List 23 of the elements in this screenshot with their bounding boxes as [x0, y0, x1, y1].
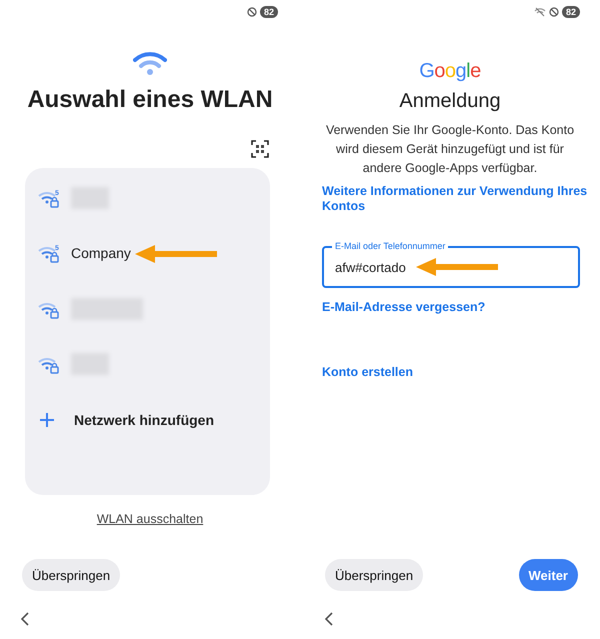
- do-not-disturb-icon: [246, 7, 257, 17]
- wifi-icon: [133, 50, 167, 76]
- back-icon[interactable]: [324, 612, 334, 626]
- wifi-off-icon: [534, 7, 546, 17]
- back-icon[interactable]: [20, 612, 30, 626]
- page-title: Auswahl eines WLAN: [26, 86, 274, 114]
- qr-scan-icon[interactable]: [251, 140, 269, 158]
- google-logo: Google: [418, 60, 482, 83]
- create-account-link[interactable]: Konto erstellen: [300, 365, 600, 380]
- page-title: Anmeldung: [398, 90, 502, 113]
- add-network-item[interactable]: Netzwerk hinzufügen: [74, 412, 214, 428]
- description-text: Verwenden Sie Ihr Google-Konto. Das Konto wird diesem Gerät hinzugefügt und ist für andere Google-Apps verfügbar.: [324, 122, 576, 177]
- skip-button[interactable]: Überspringen: [22, 559, 120, 591]
- battery-level: 82: [260, 6, 278, 18]
- network-name[interactable]: Company: [71, 245, 131, 262]
- plus-icon[interactable]: [40, 412, 54, 427]
- forgot-email-link[interactable]: E-Mail-Adresse vergessen?: [300, 300, 600, 315]
- do-not-disturb-icon: [548, 7, 559, 17]
- info-link[interactable]: Weitere Informationen zur Verwendung Ihres Kontos: [300, 184, 600, 214]
- battery-level: 82: [562, 6, 580, 18]
- skip-button[interactable]: Überspringen: [325, 559, 424, 591]
- wifi-off-link[interactable]: WLAN ausschalten: [96, 512, 204, 526]
- next-button[interactable]: Weiter: [518, 559, 578, 591]
